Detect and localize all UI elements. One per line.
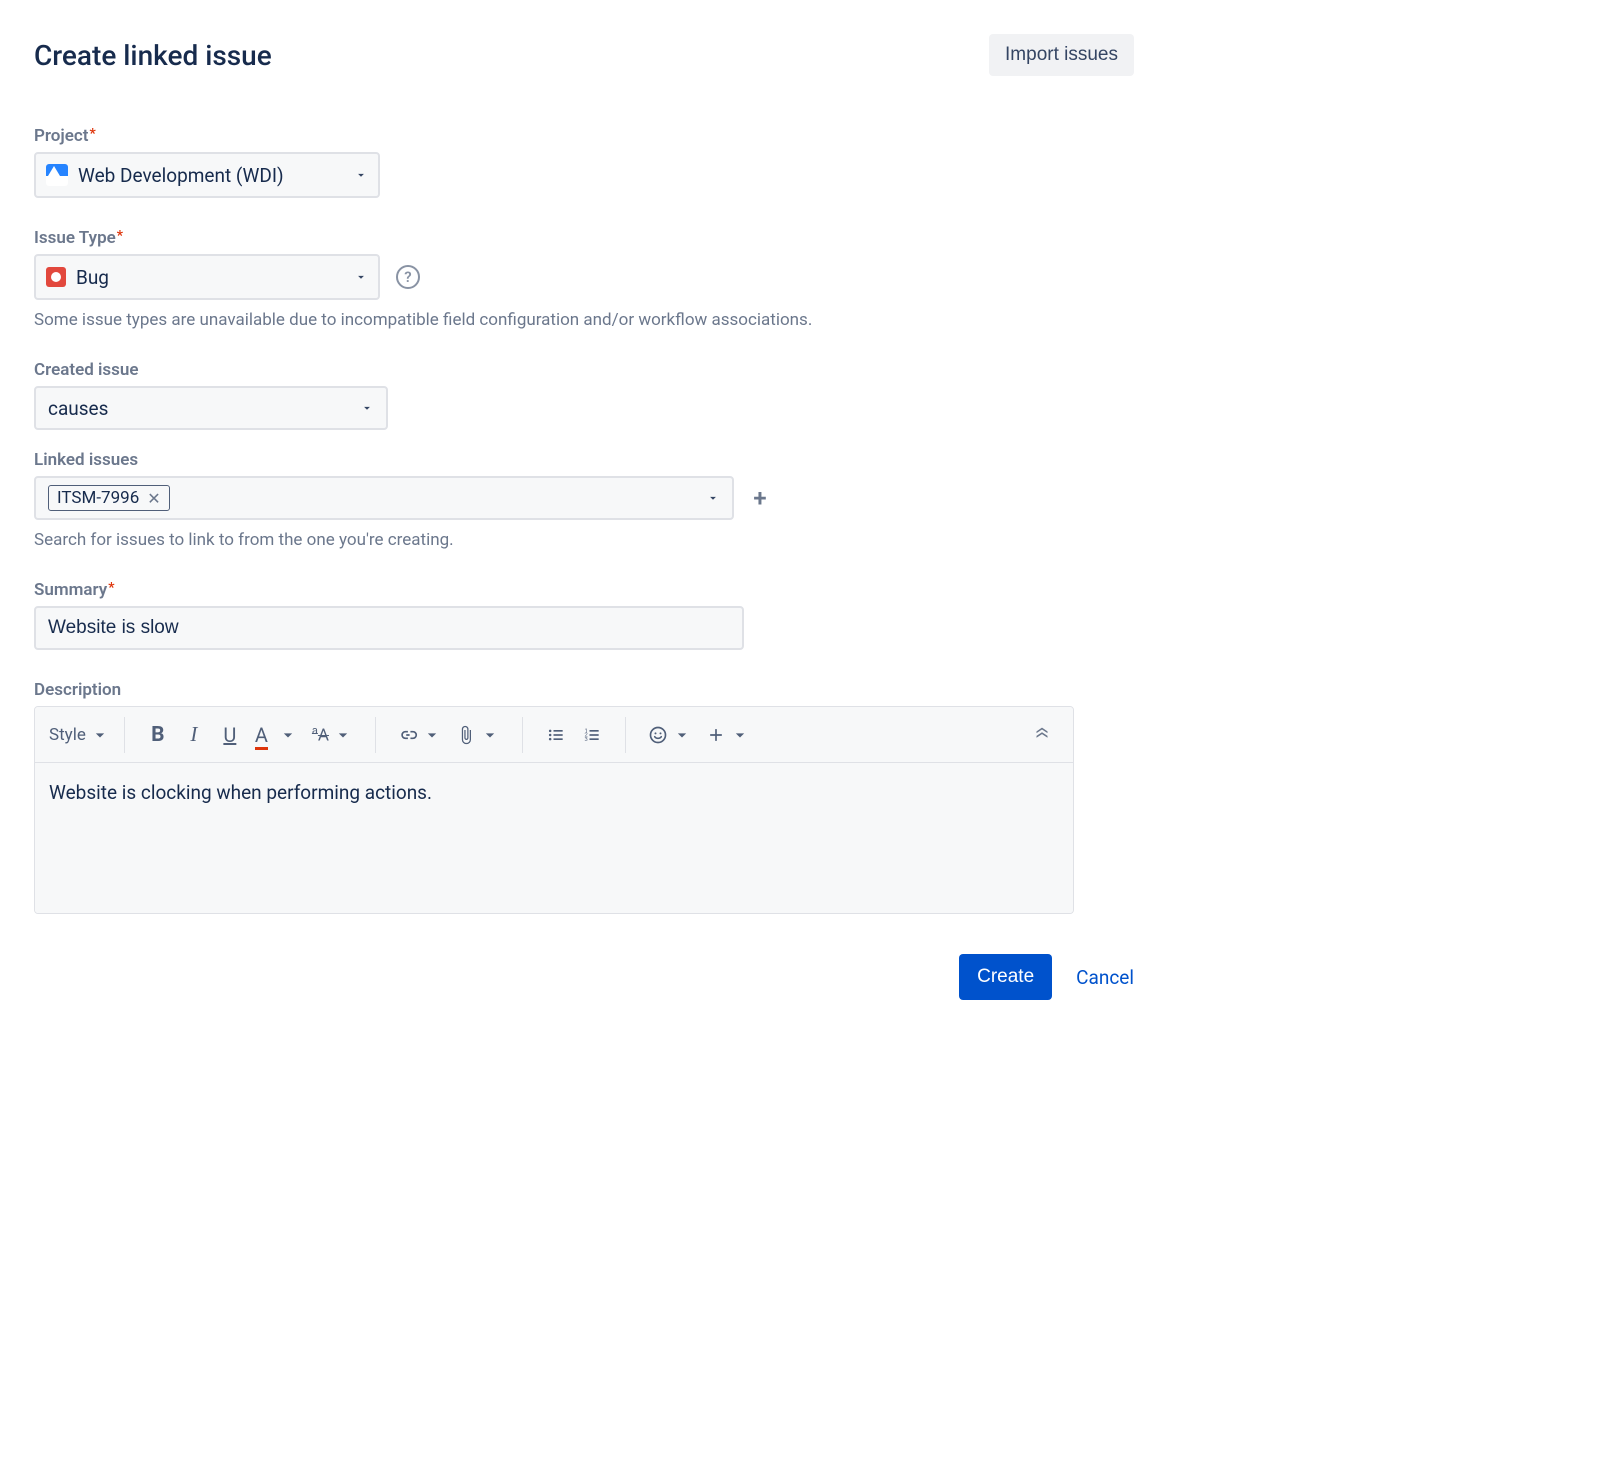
collapse-icon [1031,724,1053,746]
style-dropdown-label: Style [49,725,86,745]
bullet-list-button[interactable] [541,717,571,753]
chevron-down-icon [354,270,368,284]
chevron-down-icon [354,168,368,182]
project-select[interactable]: Web Development (WDI) [34,152,380,198]
link-icon [398,725,418,745]
text-color-button[interactable]: A [251,717,302,753]
chevron-down-icon [672,725,692,745]
chevron-down-icon [422,725,442,745]
remove-tag-icon[interactable]: ✕ [147,489,160,508]
help-icon[interactable]: ? [396,265,420,289]
summary-field: Summary* [34,580,1134,650]
emoji-button[interactable] [644,717,696,753]
project-field: Project* Web Development (WDI) [34,126,1134,198]
toolbar-separator [124,717,125,753]
required-asterisk: * [89,126,95,142]
import-issues-button[interactable]: Import issues [989,34,1134,76]
link-button[interactable] [394,717,446,753]
toolbar-separator [522,717,523,753]
project-avatar-icon [46,164,68,186]
bullet-list-icon [546,725,566,745]
underline-button[interactable]: U [215,717,245,753]
description-textarea[interactable]: Website is clocking when performing acti… [35,763,1073,913]
attachment-icon [456,725,476,745]
issue-type-select[interactable]: Bug [34,254,380,300]
numbered-list-icon: 123 [582,725,602,745]
issue-type-select-value: Bug [76,266,109,289]
create-linked-issue-dialog: Create linked issue Import issues Projec… [34,34,1134,1000]
create-button[interactable]: Create [959,954,1052,1000]
plus-icon [706,725,726,745]
project-label: Project* [34,126,1134,146]
summary-label-text: Summary [34,580,107,600]
chevron-down-icon [730,725,750,745]
emoji-icon [648,725,668,745]
linked-issues-hint: Search for issues to link to from the on… [34,530,1134,550]
created-issue-select[interactable]: causes [34,386,388,430]
svg-text:3: 3 [584,736,587,742]
linked-issues-label: Linked issues [34,450,1134,470]
description-label: Description [34,680,1134,700]
issue-type-label-text: Issue Type [34,228,116,248]
dialog-footer: Create Cancel [34,954,1134,1000]
italic-button[interactable]: I [179,717,209,753]
chevron-down-icon [333,725,353,745]
numbered-list-button[interactable]: 123 [577,717,607,753]
project-label-text: Project [34,126,88,146]
add-linked-issue-button[interactable]: + [750,488,770,508]
collapse-toolbar-button[interactable] [1027,717,1063,753]
issue-type-field: Issue Type* Bug ? Some issue types are u… [34,228,1134,330]
toolbar-separator [625,717,626,753]
summary-label: Summary* [34,580,1134,600]
chevron-down-icon [90,725,110,745]
editor-toolbar: Style B I U A aA [35,707,1073,763]
issue-type-label: Issue Type* [34,228,1134,248]
linked-issues-input[interactable]: ITSM-7996 ✕ [34,476,734,520]
description-field: Description Style B I U A aA [34,680,1134,914]
clear-formatting-button[interactable]: aA [308,717,357,753]
linked-issues-field: Linked issues ITSM-7996 ✕ + Search for i… [34,450,1134,550]
chevron-down-icon [706,491,720,505]
style-dropdown[interactable]: Style [45,717,114,753]
chevron-down-icon [278,725,298,745]
issue-type-hint: Some issue types are unavailable due to … [34,310,1134,330]
cancel-link[interactable]: Cancel [1076,966,1134,989]
bold-button[interactable]: B [143,717,173,753]
bug-icon [46,267,66,287]
dialog-header: Create linked issue Import issues [34,34,1134,76]
rich-text-editor: Style B I U A aA [34,706,1074,914]
chevron-down-icon [360,401,374,415]
toolbar-separator [375,717,376,753]
created-issue-label: Created issue [34,360,1134,380]
linked-issue-tag-text: ITSM-7996 [57,488,139,508]
attachment-button[interactable] [452,717,504,753]
linked-issue-tag[interactable]: ITSM-7996 ✕ [48,485,170,511]
created-issue-value: causes [48,397,108,420]
required-asterisk: * [117,228,123,244]
project-select-value: Web Development (WDI) [78,164,284,187]
insert-more-button[interactable] [702,717,754,753]
summary-input[interactable] [34,606,744,650]
created-issue-field: Created issue causes [34,360,1134,430]
chevron-down-icon [480,725,500,745]
dialog-title: Create linked issue [34,39,272,72]
required-asterisk: * [108,580,114,596]
